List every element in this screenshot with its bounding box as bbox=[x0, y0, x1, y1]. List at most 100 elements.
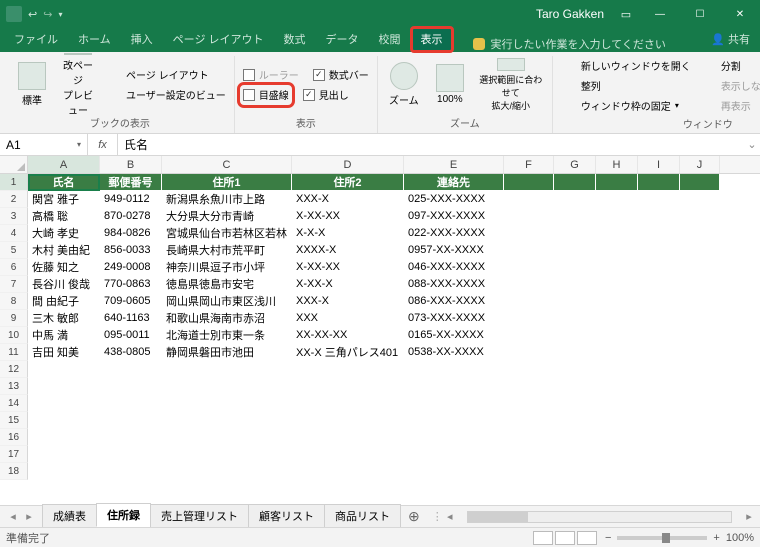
cell[interactable]: 086-XXX-XXXX bbox=[404, 293, 504, 310]
select-all-corner[interactable] bbox=[0, 156, 28, 173]
cell[interactable] bbox=[596, 463, 638, 480]
cell[interactable]: 046-XXX-XXXX bbox=[404, 259, 504, 276]
table-header-cell[interactable] bbox=[638, 174, 680, 191]
cell[interactable]: 長谷川 俊哉 bbox=[28, 276, 100, 293]
table-header-cell[interactable] bbox=[596, 174, 638, 191]
cell[interactable]: 徳島県徳島市安宅 bbox=[162, 276, 292, 293]
cell[interactable] bbox=[100, 412, 162, 429]
cell[interactable] bbox=[596, 327, 638, 344]
sheet-nav-prev[interactable]: ◂ bbox=[6, 510, 20, 524]
cell[interactable] bbox=[504, 327, 554, 344]
cell[interactable] bbox=[596, 446, 638, 463]
cell[interactable] bbox=[504, 395, 554, 412]
row-header[interactable]: 10 bbox=[0, 327, 28, 344]
cell[interactable] bbox=[554, 429, 596, 446]
sheet-tab[interactable]: 住所録 bbox=[96, 503, 151, 527]
cell[interactable] bbox=[504, 276, 554, 293]
cell[interactable]: 宮城県仙台市若林区若林 bbox=[162, 225, 292, 242]
cell[interactable] bbox=[404, 463, 504, 480]
cell[interactable]: 0165-XX-XXXX bbox=[404, 327, 504, 344]
minimize-button[interactable]: — bbox=[640, 0, 680, 28]
cell[interactable] bbox=[638, 310, 680, 327]
zoom-control[interactable]: − + 100% bbox=[605, 532, 754, 544]
cell[interactable]: 佐藤 知之 bbox=[28, 259, 100, 276]
cell[interactable] bbox=[504, 259, 554, 276]
freeze-panes-button[interactable]: ウィンドウ枠の固定 ▾ bbox=[559, 96, 693, 114]
cell[interactable] bbox=[404, 395, 504, 412]
cell[interactable] bbox=[504, 191, 554, 208]
cell[interactable] bbox=[292, 395, 404, 412]
cell[interactable] bbox=[292, 361, 404, 378]
table-header-cell[interactable] bbox=[680, 174, 720, 191]
cell[interactable]: 870-0278 bbox=[100, 208, 162, 225]
cell[interactable] bbox=[680, 191, 720, 208]
sheet-tab[interactable]: 商品リスト bbox=[324, 504, 401, 527]
cell[interactable] bbox=[504, 293, 554, 310]
cell[interactable]: X-XX-XX bbox=[292, 259, 404, 276]
cell[interactable] bbox=[404, 361, 504, 378]
cell[interactable] bbox=[596, 395, 638, 412]
zoom-slider[interactable] bbox=[617, 536, 707, 540]
cell[interactable] bbox=[554, 293, 596, 310]
cell[interactable] bbox=[100, 395, 162, 412]
cell[interactable] bbox=[554, 378, 596, 395]
cell[interactable] bbox=[162, 446, 292, 463]
formula-bar-checkbox[interactable]: 数式バー bbox=[311, 66, 371, 84]
arrange-all-button[interactable]: 整列 bbox=[559, 76, 693, 94]
cell[interactable]: 中馬 満 bbox=[28, 327, 100, 344]
table-header-cell[interactable]: 氏名 bbox=[28, 174, 100, 191]
cell[interactable] bbox=[404, 446, 504, 463]
redo-icon[interactable]: ↪ bbox=[43, 8, 52, 21]
new-sheet-button[interactable]: ⊕ bbox=[400, 508, 428, 525]
cell[interactable] bbox=[680, 276, 720, 293]
custom-views-button[interactable]: ユーザー設定のビュー bbox=[104, 86, 228, 104]
row-header[interactable]: 17 bbox=[0, 446, 28, 463]
row-header[interactable]: 15 bbox=[0, 412, 28, 429]
cell[interactable] bbox=[554, 310, 596, 327]
tab-file[interactable]: ファイル bbox=[4, 27, 68, 52]
cell[interactable] bbox=[638, 463, 680, 480]
cell[interactable] bbox=[404, 412, 504, 429]
cell[interactable] bbox=[504, 242, 554, 259]
cell[interactable]: 木村 美由紀 bbox=[28, 242, 100, 259]
cell[interactable] bbox=[680, 259, 720, 276]
cell[interactable] bbox=[596, 361, 638, 378]
split-button[interactable]: 分割 bbox=[699, 56, 760, 74]
cell[interactable] bbox=[554, 446, 596, 463]
zoom-to-selection-button[interactable]: 選択範囲に合わせて 拡大/縮小 bbox=[476, 57, 546, 113]
row-header[interactable]: 8 bbox=[0, 293, 28, 310]
save-icon[interactable] bbox=[6, 6, 22, 22]
zoom-100-button[interactable]: 100% bbox=[430, 57, 470, 113]
cell[interactable]: 静岡県磐田市池田 bbox=[162, 344, 292, 361]
cell[interactable] bbox=[596, 310, 638, 327]
cell[interactable] bbox=[504, 225, 554, 242]
cell[interactable] bbox=[504, 446, 554, 463]
scroll-thumb[interactable] bbox=[468, 512, 528, 522]
cell[interactable]: 長崎県大村市荒平町 bbox=[162, 242, 292, 259]
horizontal-scrollbar[interactable]: ⋮ ◂ ▸ bbox=[428, 510, 760, 523]
cell[interactable]: 438-0805 bbox=[100, 344, 162, 361]
cell[interactable] bbox=[504, 429, 554, 446]
cell[interactable] bbox=[28, 378, 100, 395]
cell[interactable] bbox=[292, 446, 404, 463]
cell[interactable]: 高橋 聡 bbox=[28, 208, 100, 225]
table-header-cell[interactable]: 郵便番号 bbox=[100, 174, 162, 191]
cell[interactable]: 249-0008 bbox=[100, 259, 162, 276]
cell[interactable]: X-XX-XX bbox=[292, 208, 404, 225]
cell[interactable] bbox=[554, 361, 596, 378]
chevron-down-icon[interactable]: ▾ bbox=[77, 140, 81, 149]
normal-view-button[interactable]: 標準 bbox=[12, 57, 52, 113]
account-user[interactable]: Taro Gakken bbox=[528, 7, 612, 21]
cell[interactable] bbox=[638, 446, 680, 463]
cell[interactable] bbox=[596, 276, 638, 293]
cell[interactable]: 088-XXX-XXXX bbox=[404, 276, 504, 293]
col-header[interactable]: E bbox=[404, 156, 504, 173]
cell[interactable] bbox=[404, 378, 504, 395]
cell[interactable]: XXX bbox=[292, 310, 404, 327]
cell[interactable]: 984-0826 bbox=[100, 225, 162, 242]
cell[interactable] bbox=[404, 429, 504, 446]
cell[interactable] bbox=[162, 378, 292, 395]
cell[interactable] bbox=[596, 242, 638, 259]
cell[interactable] bbox=[596, 191, 638, 208]
col-header[interactable]: F bbox=[504, 156, 554, 173]
